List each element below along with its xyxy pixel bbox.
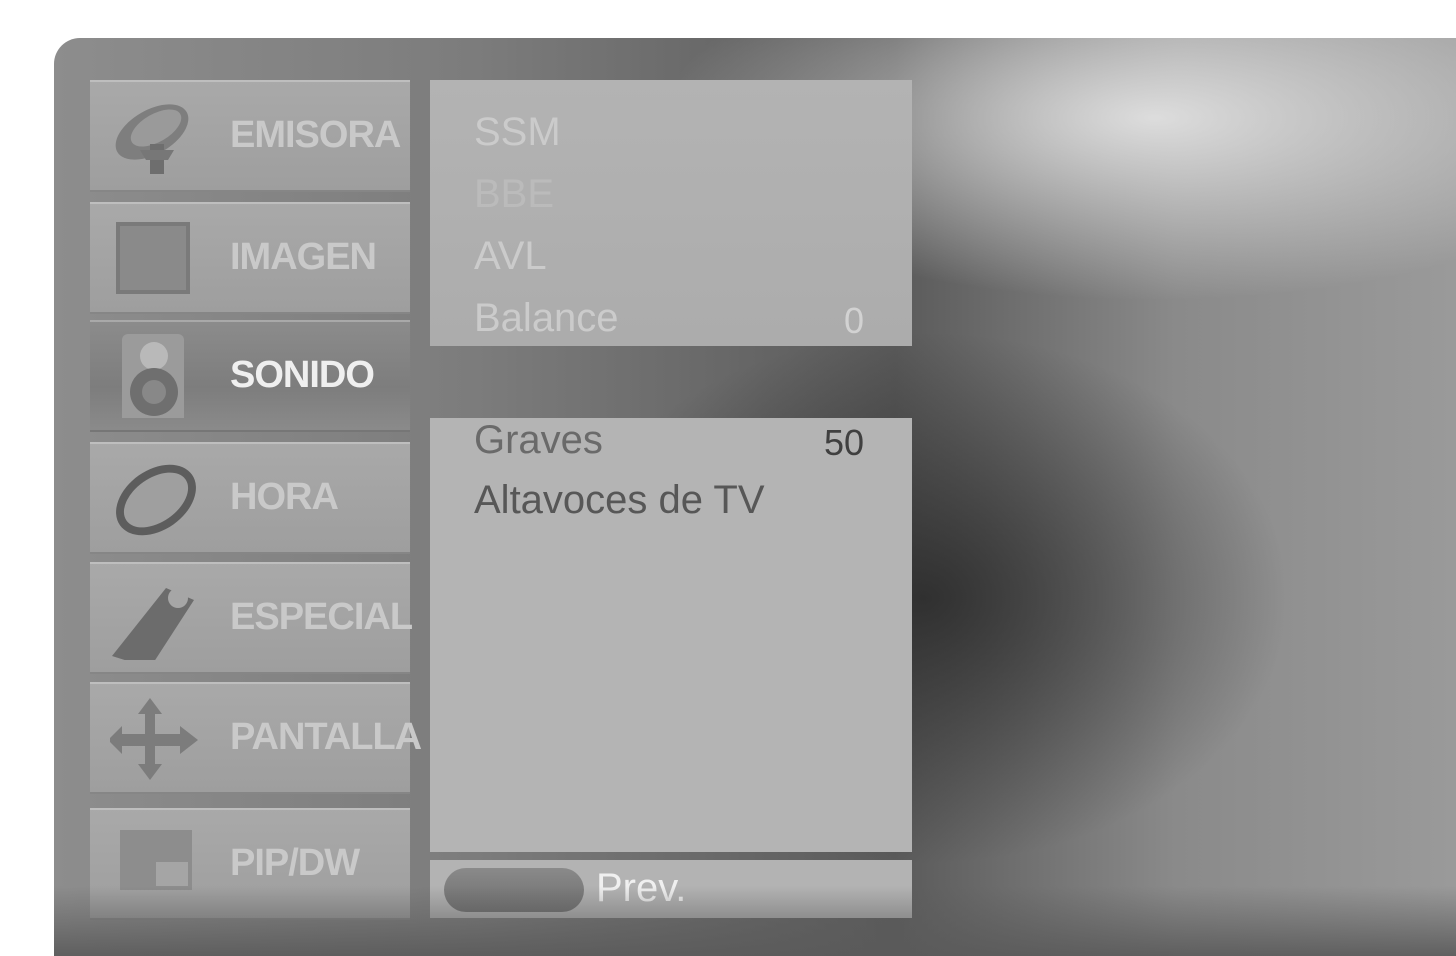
clock-icon xyxy=(116,464,196,536)
prev-label: Prev. xyxy=(596,866,687,910)
category-emisora[interactable]: EMISORA xyxy=(90,80,410,192)
submenu-panel-bottom: Graves 50 Altavoces de TV xyxy=(430,418,912,852)
submenu-item-bbe[interactable]: BBE xyxy=(474,172,554,217)
graves-value: 50 xyxy=(823,422,864,463)
satellite-dish-icon xyxy=(115,104,189,174)
category-menu: EMISORA IMAGEN SONIDO HORA ESPECIAL PANT… xyxy=(90,80,422,920)
submenu-item-ssm[interactable]: SSM xyxy=(474,110,561,155)
submenu-item-avl[interactable]: AVL xyxy=(474,234,547,279)
category-pantalla[interactable]: PANTALLA xyxy=(90,682,422,794)
submenu-item-graves[interactable]: Graves xyxy=(474,418,603,463)
category-sonido[interactable]: SONIDO xyxy=(90,320,410,432)
category-imagen[interactable]: IMAGEN xyxy=(90,202,410,314)
category-label: IMAGEN xyxy=(230,236,377,278)
category-label: EMISORA xyxy=(230,114,401,156)
speaker-icon xyxy=(122,334,184,418)
picture-icon xyxy=(116,222,190,294)
category-hora[interactable]: HORA xyxy=(90,442,410,554)
category-label: SONIDO xyxy=(230,354,375,396)
pip-screen-icon xyxy=(120,830,192,890)
tag-icon xyxy=(112,588,194,660)
tv-osd-screen: EMISORA IMAGEN SONIDO HORA ESPECIAL PANT… xyxy=(54,38,1456,956)
prev-button[interactable] xyxy=(444,868,584,912)
arrows-icon xyxy=(110,698,198,780)
category-pipdw[interactable]: PIP/DW xyxy=(90,808,410,920)
category-especial[interactable]: ESPECIAL xyxy=(90,562,413,674)
submenu-panel-top: SSM BBE AVL Balance 0 xyxy=(430,80,912,346)
footer-bar: Prev. xyxy=(430,860,912,918)
category-label: ESPECIAL xyxy=(230,596,413,638)
submenu-item-balance[interactable]: Balance xyxy=(474,296,619,341)
category-label: PIP/DW xyxy=(230,842,360,884)
submenu-item-altavoces[interactable]: Altavoces de TV xyxy=(474,478,765,523)
category-label: PANTALLA xyxy=(230,716,422,758)
category-label: HORA xyxy=(230,476,339,518)
balance-value: 0 xyxy=(843,300,864,341)
